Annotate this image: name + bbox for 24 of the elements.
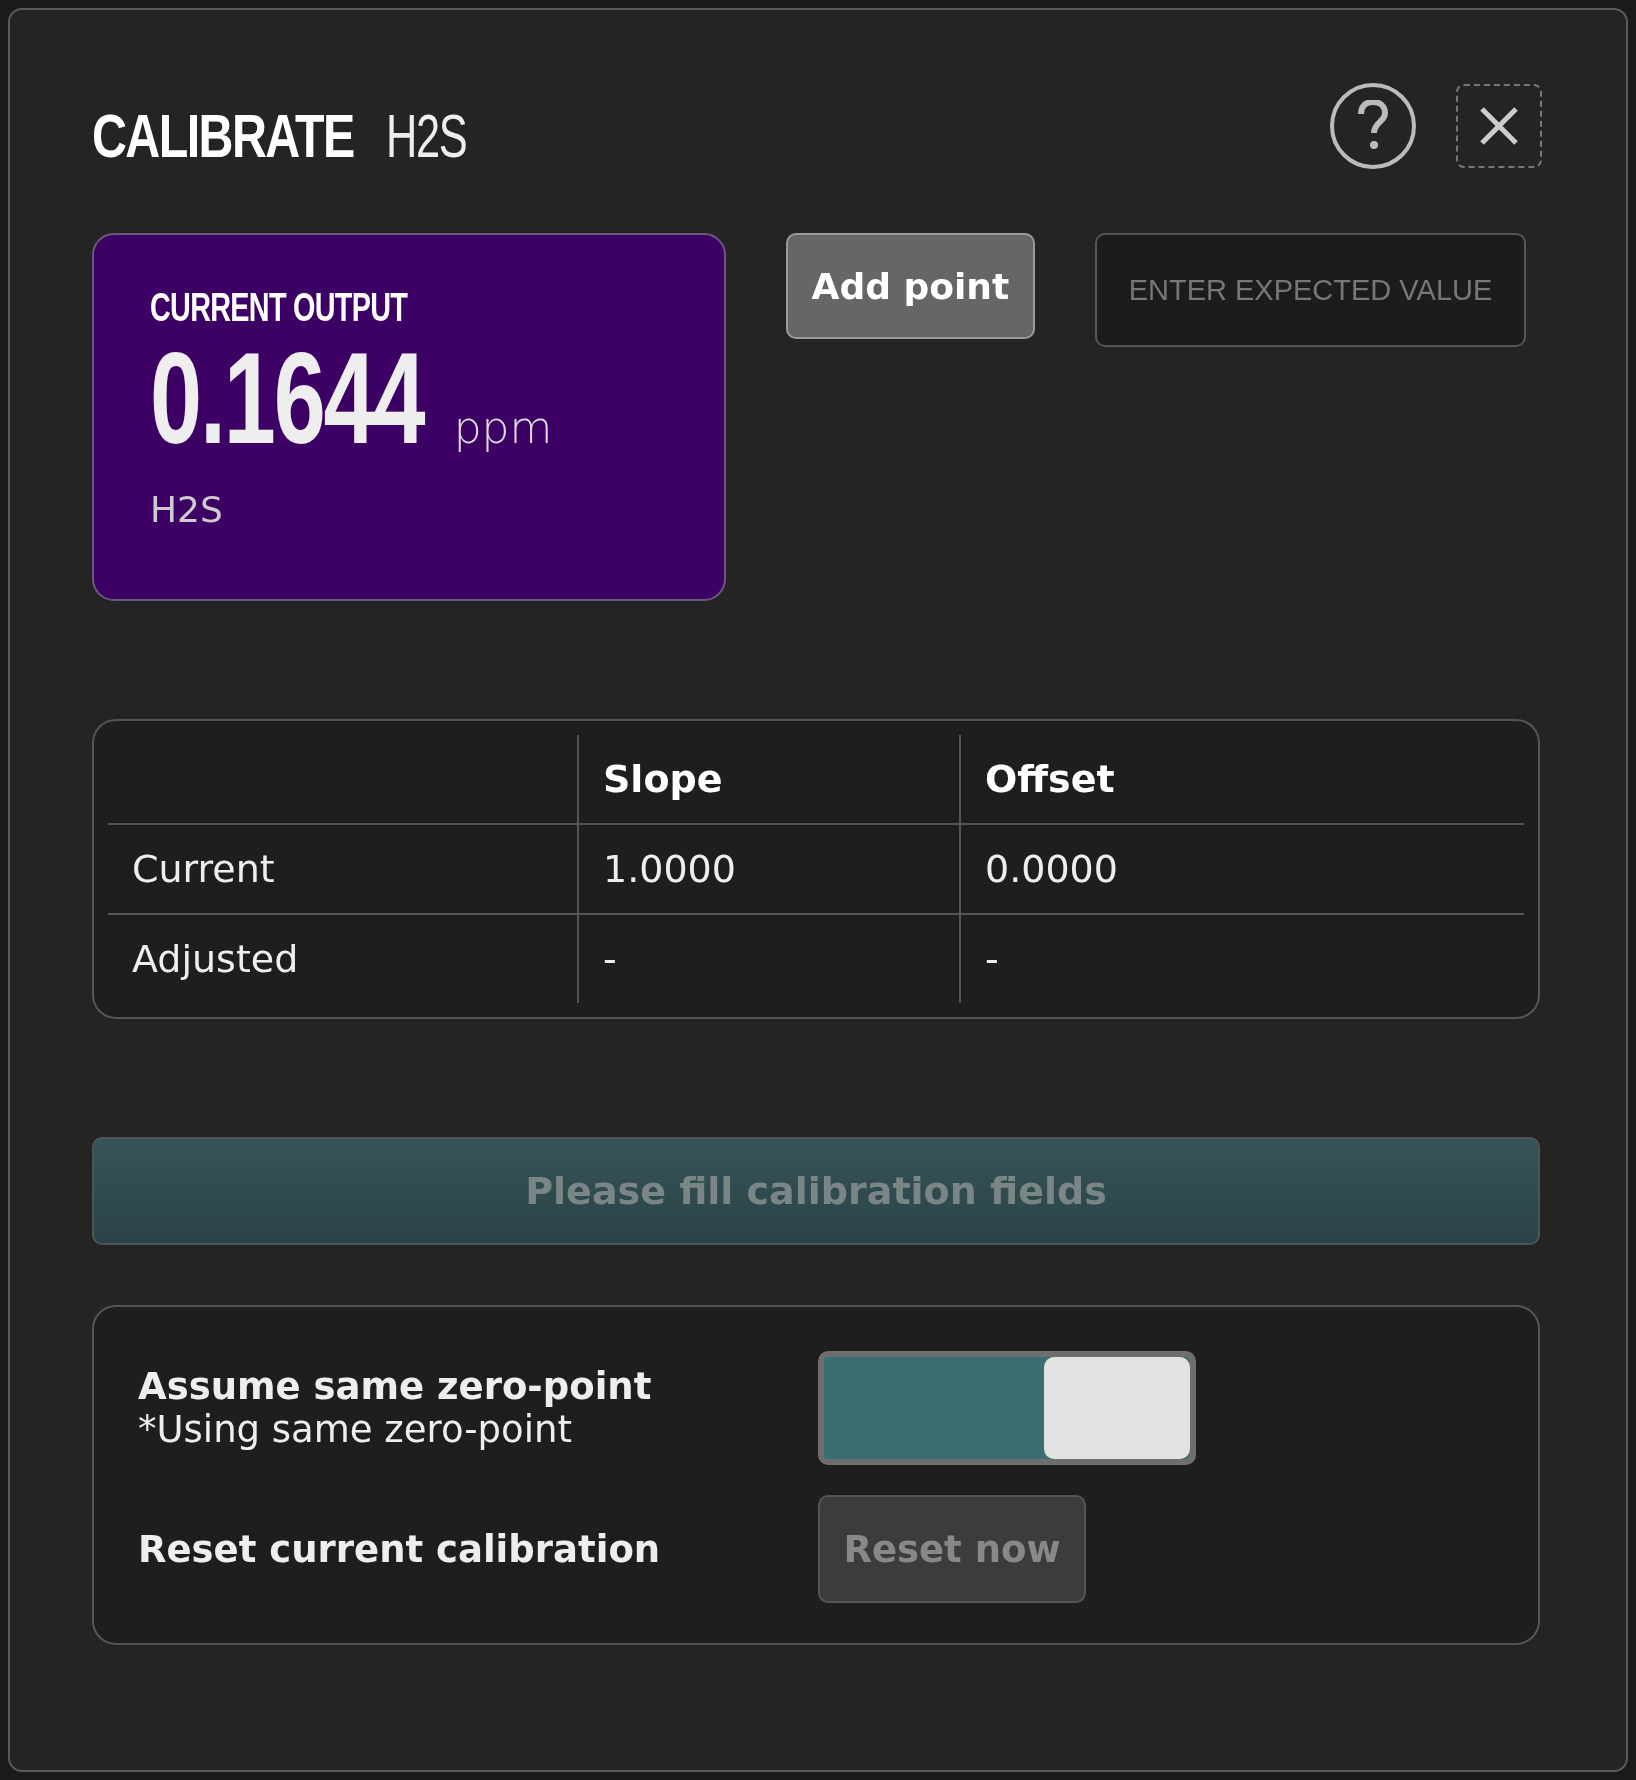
dialog-subtitle: H2S bbox=[385, 100, 466, 171]
column-header: Offset bbox=[960, 735, 1524, 824]
close-button[interactable] bbox=[1456, 83, 1542, 168]
table-cell: - bbox=[578, 914, 960, 1003]
option-note: *Using same zero-point bbox=[138, 1408, 572, 1451]
option-label: Assume same zero-point bbox=[138, 1365, 652, 1408]
row-label: Adjusted bbox=[108, 914, 578, 1003]
dialog-title: CALIBRATE bbox=[92, 100, 354, 171]
table-cell: 1.0000 bbox=[578, 824, 960, 914]
column-header: Slope bbox=[578, 735, 960, 824]
help-button[interactable] bbox=[1330, 82, 1416, 169]
gas-name: H2S bbox=[150, 488, 223, 530]
output-value: 0.1644 bbox=[150, 330, 424, 467]
question-mark-icon bbox=[1358, 99, 1388, 152]
expected-value-field[interactable]: ENTER EXPECTED VALUE bbox=[1095, 233, 1526, 347]
table-cell: 0.0000 bbox=[960, 824, 1524, 914]
option-label: Reset current calibration bbox=[138, 1527, 661, 1571]
close-icon bbox=[1480, 106, 1518, 145]
output-label: CURRENT OUTPUT bbox=[150, 285, 408, 330]
table-cell: - bbox=[960, 914, 1524, 1003]
zero-point-toggle[interactable] bbox=[818, 1351, 1196, 1465]
row-label: Current bbox=[108, 824, 578, 914]
output-unit: ppm bbox=[453, 402, 553, 453]
add-point-button[interactable]: Add point bbox=[785, 233, 1035, 339]
